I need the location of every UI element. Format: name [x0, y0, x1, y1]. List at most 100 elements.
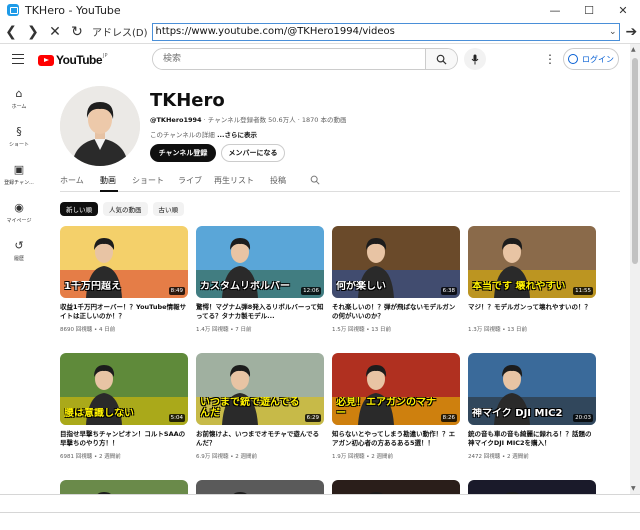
rail-item-home[interactable]: ⌂ ホーム	[0, 80, 38, 118]
chip-newest[interactable]: 新しい順	[60, 202, 98, 216]
video-duration: 6:38	[440, 287, 457, 295]
login-button[interactable]: ログイン	[563, 48, 619, 70]
url-dropdown-icon[interactable]: ⌄	[609, 24, 617, 40]
search-input[interactable]	[153, 49, 425, 69]
video-thumbnail[interactable]: 本当です 壊れやすい 11:55	[468, 226, 596, 298]
search-box	[152, 48, 458, 70]
video-card[interactable]: 腰は意識しない 5:04 目指せ早撃ちチャンピオン！コルトSAAの早撃ちのやり方！！…	[60, 353, 188, 460]
stop-icon[interactable]: ✕	[44, 21, 66, 43]
video-card[interactable]: 必見！エアガンのマナー 8:26 知らないとやってしまう勘違い動作！？エアガン初心者…	[332, 353, 460, 460]
voice-search-button[interactable]	[464, 48, 486, 70]
video-card[interactable]: 1千万円超え 8:49 収益1千万円オーバー！？YouTube情報サイトは正しいのか…	[60, 226, 188, 333]
video-title[interactable]: お前懐けよ、いつまでオモチャで遊んでるんだ？	[196, 430, 324, 448]
left-rail: ⌂ ホーム § ショート ▣ 登録チャン... ◉ マイページ ↺ 履歴	[0, 80, 38, 270]
vertical-scrollbar[interactable]: ▲ ▼	[630, 44, 640, 494]
video-title[interactable]: 銃の音も車の音も綺麗に録れる！？話題の神マイクDJI MIC2を購入！	[468, 430, 596, 448]
shorts-icon: §	[16, 125, 22, 138]
video-card[interactable]: 何が楽しい 6:38 それ楽しいの！？弾が飛ばないモデルガンの何がいいのか？ 1.5万…	[332, 226, 460, 333]
search-icon	[436, 54, 447, 65]
video-thumbnail[interactable]: 神マイク DJI MIC2 20:03	[468, 353, 596, 425]
video-card[interactable]: 本当です 壊れやすい 11:55 マジ！？モデルガンって壊れやすいの！？ 1.3万 回…	[468, 226, 596, 333]
thumbnail-caption: 何が楽しい	[336, 281, 386, 292]
rail-item-history[interactable]: ↺ 履歴	[0, 232, 38, 270]
video-duration: 20:03	[573, 414, 593, 422]
rail-label: 登録チャン...	[4, 180, 34, 186]
join-membership-button[interactable]: メンバーになる	[221, 144, 285, 162]
status-pane	[0, 494, 640, 512]
video-thumbnail[interactable]: カスタムリボルバー 12:06	[196, 226, 324, 298]
channel-meta: @TKHero1994 ‧ チャンネル登録者数 50.6万人 ‧ 1870 本の…	[150, 114, 346, 124]
video-thumbnail[interactable]: 何が楽しい 6:38	[332, 226, 460, 298]
rail-label: ショート	[8, 142, 29, 148]
minimize-button[interactable]: —	[538, 0, 572, 20]
video-title[interactable]: 驚愕！マグナム弾8発入るリボルバーって知ってる？タナカ製モデル...	[196, 303, 324, 321]
tab-live[interactable]: ライブ	[178, 175, 202, 186]
subscriptions-icon: ▣	[13, 163, 25, 176]
chip-popular[interactable]: 人気の動画	[103, 202, 148, 216]
tab-playlists[interactable]: 再生リスト	[214, 175, 254, 186]
rail-item-you[interactable]: ◉ マイページ	[0, 194, 38, 232]
more-options-icon[interactable]: ⋮	[544, 52, 556, 66]
video-duration: 6:29	[304, 414, 321, 422]
rail-item-subscriptions[interactable]: ▣ 登録チャン...	[0, 156, 38, 194]
rail-label: ホーム	[11, 104, 27, 110]
video-duration: 11:55	[573, 287, 593, 295]
tab-posts[interactable]: 投稿	[270, 175, 286, 186]
video-title[interactable]: それ楽しいの！？弾が飛ばないモデルガンの何がいいのか？	[332, 303, 460, 321]
maximize-button[interactable]: ☐	[572, 0, 606, 20]
bottom-pane	[0, 512, 640, 530]
scrollbar-thumb[interactable]	[632, 58, 638, 264]
subscribe-button[interactable]: チャンネル登録	[150, 144, 216, 162]
close-button[interactable]: ✕	[606, 0, 640, 20]
video-title[interactable]: 知らないとやってしまう勘違い動作！？エアガン初心者の方あるある5選！！	[332, 430, 460, 448]
active-tab-indicator	[100, 190, 118, 192]
sort-chips: 新しい順 人気の動画 古い順	[60, 202, 184, 216]
thumbnail-caption: 腰は意識しない	[64, 408, 134, 419]
chip-oldest[interactable]: 古い順	[152, 202, 184, 216]
video-thumbnail[interactable]: いつまで銃で遊んでるんだ 6:29	[196, 353, 324, 425]
login-label: ログイン	[582, 54, 614, 64]
video-meta: 1.5万 回視聴 • 13 日前	[332, 327, 391, 333]
video-card[interactable]: いつまで銃で遊んでるんだ 6:29 お前懐けよ、いつまでオモチャで遊んでるんだ？ 6.…	[196, 353, 324, 460]
video-title[interactable]: 目指せ早撃ちチャンピオン！コルトSAAの早撃ちのやり方！！	[60, 430, 188, 448]
video-meta: 1.4万 回視聴 • 7 日前	[196, 327, 252, 333]
video-title[interactable]: 収益1千万円オーバー！？YouTube情報サイトは正しいのか！？	[60, 303, 188, 321]
go-arrow-icon[interactable]: ➔	[626, 24, 638, 40]
video-title[interactable]: マジ！？モデルガンって壊れやすいの！？	[468, 303, 596, 321]
tab-home[interactable]: ホーム	[60, 175, 84, 186]
menu-icon[interactable]	[12, 54, 24, 64]
show-more-link[interactable]: ...さらに表示	[215, 131, 257, 139]
url-input[interactable]: https://www.youtube.com/@TKHero1994/vide…	[151, 22, 620, 41]
thumbnail-caption: いつまで銃で遊んでるんだ	[200, 397, 300, 419]
video-thumbnail[interactable]: 必見！エアガンのマナー 8:26	[332, 353, 460, 425]
video-card[interactable]: 神マイク DJI MIC2 20:03 銃の音も車の音も綺麗に録れる！？話題の神マイ…	[468, 353, 596, 460]
channel-description[interactable]: このチャンネルの詳細 ...さらに表示	[150, 129, 257, 139]
thumbnail-caption: 本当です 壊れやすい	[472, 281, 566, 292]
tab-shorts[interactable]: ショート	[132, 175, 164, 186]
video-thumbnail[interactable]: 腰は意識しない 5:04	[60, 353, 188, 425]
region-code: JP	[103, 53, 108, 59]
scroll-up-icon[interactable]: ▲	[631, 46, 636, 53]
thumbnail-caption: カスタムリボルバー	[200, 281, 290, 292]
channel-name: TKHero	[150, 90, 225, 111]
refresh-icon[interactable]: ↻	[66, 21, 88, 43]
channel-search-icon[interactable]	[310, 175, 320, 185]
video-meta: 1.9万 回視聴 • 2 週間前	[332, 454, 393, 460]
avatar-portrait	[60, 86, 140, 166]
scroll-down-icon[interactable]: ▼	[631, 485, 636, 492]
channel-handle: @TKHero1994	[150, 116, 202, 124]
channel-avatar[interactable]	[60, 86, 140, 166]
back-arrow-icon[interactable]: ❮	[0, 21, 22, 43]
thumbnail-caption: 必見！エアガンのマナー	[336, 397, 436, 419]
video-thumbnail[interactable]: 1千万円超え 8:49	[60, 226, 188, 298]
search-button[interactable]	[425, 49, 457, 69]
youtube-play-icon	[38, 54, 54, 66]
video-duration: 8:49	[168, 287, 185, 295]
youtube-logo[interactable]: YouTube JP	[38, 53, 108, 67]
video-card[interactable]: カスタムリボルバー 12:06 驚愕！マグナム弾8発入るリボルバーって知ってる？タナ…	[196, 226, 324, 333]
forward-arrow-icon[interactable]: ❯	[22, 21, 44, 43]
tab-videos[interactable]: 動画	[100, 175, 116, 186]
video-duration: 12:06	[301, 287, 321, 295]
home-icon: ⌂	[15, 87, 23, 100]
rail-item-shorts[interactable]: § ショート	[0, 118, 38, 156]
